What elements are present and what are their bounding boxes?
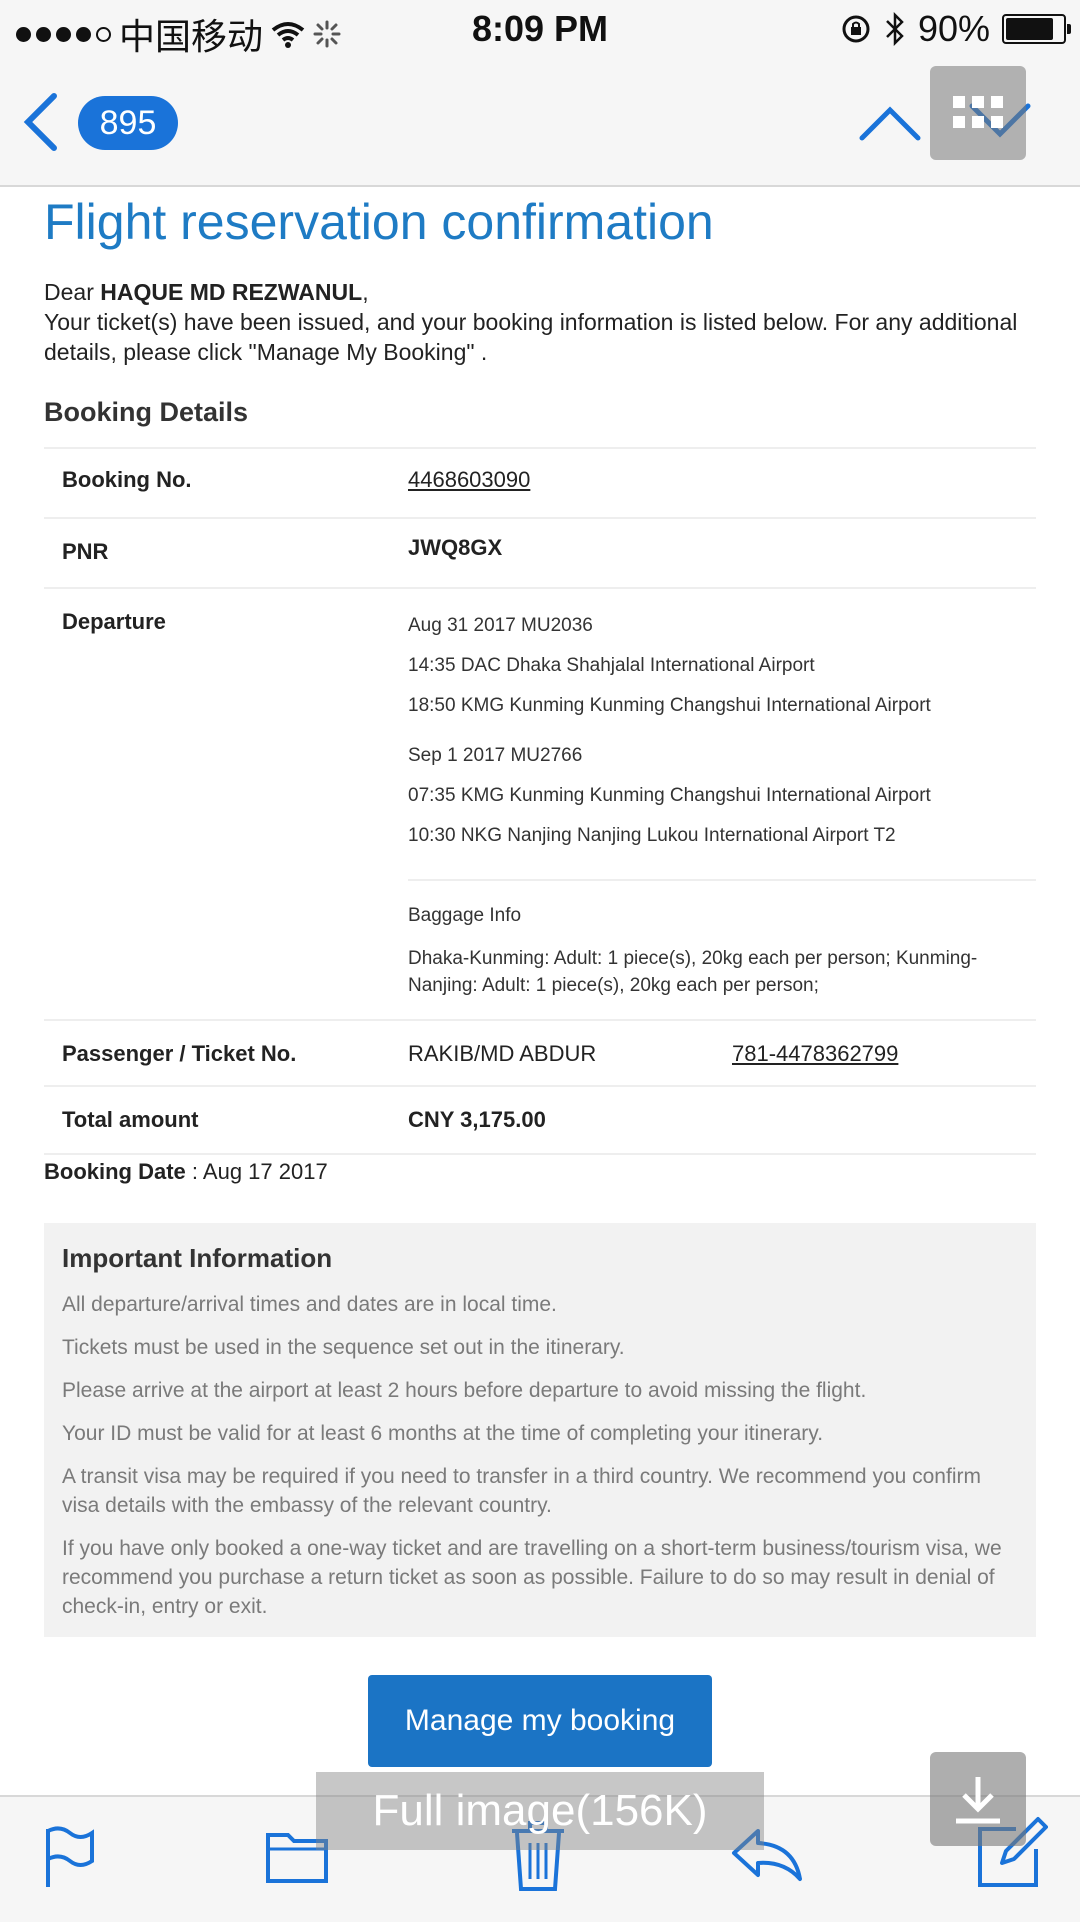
segment-line: Aug 31 2017 MU2036: [408, 615, 593, 636]
baggage-title: Baggage Info: [408, 905, 522, 926]
passenger-label: Passenger / Ticket No.: [62, 1041, 297, 1066]
booking-details-heading: Booking Details: [44, 397, 249, 427]
booking-no-label: Booking No.: [62, 467, 192, 492]
flag-icon[interactable]: [42, 1825, 98, 1889]
important-info-item: Please arrive at the airport at least 2 …: [62, 1379, 867, 1402]
greeting: Dear HAQUE MD REZWANUL, Your ticket(s) h…: [44, 277, 1044, 367]
ticket-number-link[interactable]: 781-4478362799: [732, 1041, 898, 1067]
status-right: 90%: [840, 8, 1071, 50]
status-bar: 中国移动 8:09 PM 90%: [0, 0, 1080, 60]
baggage-text: Dhaka-Kunming: Adult: 1 piece(s), 20kg e…: [408, 948, 978, 996]
greeting-prefix: Dear: [44, 279, 101, 305]
booking-date-value: Aug 17 2017: [202, 1159, 328, 1184]
manage-booking-button[interactable]: Manage my booking: [368, 1675, 712, 1767]
segment-line: 07:35 KMG Kunming Kunming Changshui Inte…: [408, 785, 931, 806]
back-chevron-icon[interactable]: [18, 90, 62, 154]
grid-icon: [953, 96, 1003, 128]
important-info-heading: Important Information: [62, 1243, 333, 1273]
battery-icon: [1002, 14, 1071, 44]
greeting-suffix: ,: [362, 279, 369, 305]
battery-percent: 90%: [917, 8, 990, 49]
booking-date: Booking Date : Aug 17 2017: [44, 1159, 328, 1185]
passenger-name: RAKIB/MD ABDUR: [408, 1041, 597, 1066]
segment-line: Sep 1 2017 MU2766: [408, 745, 583, 766]
important-information-box: Important Information All departure/arri…: [44, 1223, 1036, 1637]
total-label: Total amount: [62, 1107, 199, 1132]
bluetooth-icon: [886, 12, 904, 46]
important-info-item: A transit visa may be required if you ne…: [62, 1465, 981, 1517]
download-button[interactable]: [930, 1752, 1026, 1846]
important-info-item: Tickets must be used in the sequence set…: [62, 1336, 625, 1359]
important-info-item: Your ID must be valid for at least 6 mon…: [62, 1422, 824, 1445]
total-amount: CNY 3,175.00: [408, 1107, 546, 1132]
important-info-item: If you have only booked a one-way ticket…: [62, 1537, 1002, 1618]
intro-text: Your ticket(s) have been issued, and you…: [44, 309, 1018, 365]
full-image-overlay[interactable]: Full image(156K): [316, 1772, 764, 1850]
booking-details-table: Booking No. 4468603090 PNR JWQ8GX Depart…: [44, 447, 1036, 1155]
important-info-item: All departure/arrival times and dates ar…: [62, 1293, 557, 1316]
departure-label: Departure: [62, 609, 166, 634]
grid-menu-button[interactable]: [930, 66, 1026, 160]
email-title: Flight reservation confirmation: [44, 194, 714, 250]
table-row-pnr: PNR JWQ8GX: [44, 517, 1036, 587]
pnr-label: PNR: [62, 539, 109, 564]
segment-line: 18:50 KMG Kunming Kunming Changshui Inte…: [408, 695, 931, 716]
segment-line: 14:35 DAC Dhaka Shahjalal International …: [408, 655, 815, 676]
mail-nav-bar: 895: [0, 60, 1080, 187]
booking-date-separator: :: [185, 1159, 203, 1184]
download-icon: [956, 1777, 1000, 1824]
segment-line: 10:30 NKG Nanjing Nanjing Lukou Internat…: [408, 825, 896, 846]
table-row-passenger: Passenger / Ticket No. RAKIB/MD ABDUR 78…: [44, 1019, 1036, 1085]
rotation-lock-icon: [842, 15, 870, 43]
table-row-total: Total amount CNY 3,175.00: [44, 1085, 1036, 1155]
pnr-value: JWQ8GX: [408, 535, 503, 560]
table-row-departure: Departure Aug 31 2017 MU2036 14:35 DAC D…: [44, 587, 1036, 1019]
booking-date-label: Booking Date: [44, 1159, 186, 1184]
table-row-booking-no: Booking No. 4468603090: [44, 447, 1036, 517]
baggage-divider: [408, 879, 1036, 881]
previous-message-icon[interactable]: [858, 100, 922, 144]
recipient-name: HAQUE MD REZWANUL: [100, 279, 363, 305]
back-count-badge[interactable]: 895: [78, 96, 178, 150]
booking-no-link[interactable]: 4468603090: [408, 467, 530, 493]
